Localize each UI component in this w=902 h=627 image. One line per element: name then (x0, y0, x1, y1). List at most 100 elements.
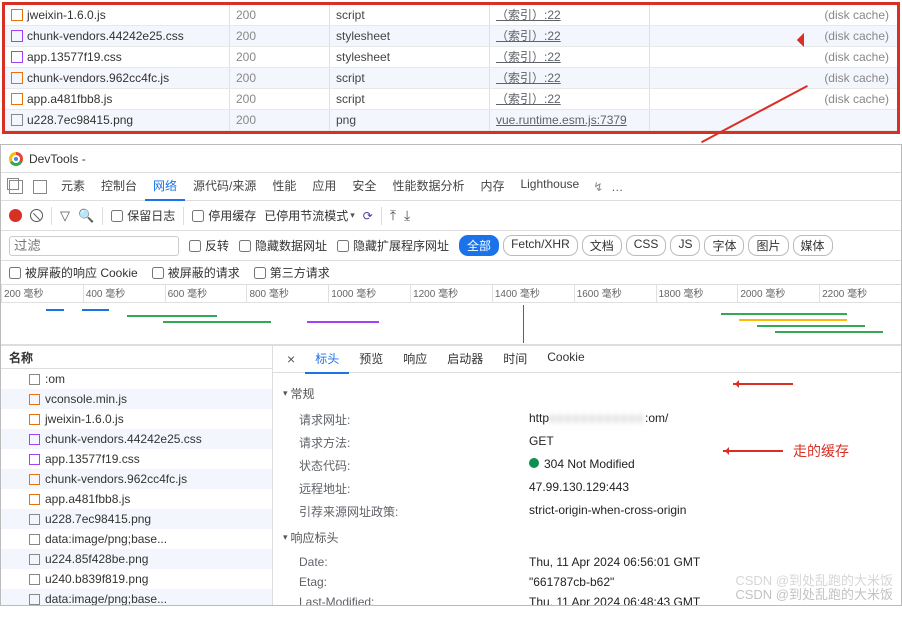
tab-性能数据分析[interactable]: 性能数据分析 (384, 172, 472, 201)
clear-icon[interactable] (30, 209, 43, 222)
invert-checkbox[interactable]: 反转 (189, 237, 229, 254)
table-row[interactable]: app.13577f19.css 200 stylesheet （索引）:22 … (5, 47, 897, 68)
request-row[interactable]: :om (1, 369, 272, 389)
filter-pill[interactable]: JS (670, 235, 700, 256)
filter-pill[interactable]: Fetch/XHR (503, 235, 578, 256)
filter-pill[interactable]: 图片 (748, 235, 788, 256)
request-name: u228.7ec98415.png (45, 512, 151, 526)
tab-源代码/来源[interactable]: 源代码/来源 (185, 172, 264, 201)
request-url-key: 请求网址: (299, 411, 529, 428)
blocked-requests-checkbox[interactable]: 被屏蔽的请求 (152, 264, 240, 281)
filter-pill[interactable]: 文档 (582, 235, 622, 256)
timeline-tick: 1200 毫秒 (410, 285, 492, 302)
tab-网络[interactable]: 网络 (145, 172, 185, 201)
throttling-select[interactable]: 已停用节流模式 (264, 207, 355, 224)
more-tabs-icon[interactable]: … (605, 180, 630, 194)
initiator-cell[interactable]: （索引）:22 (490, 47, 650, 67)
network-conditions-icon[interactable]: ⟳ (363, 209, 373, 223)
table-row[interactable]: chunk-vendors.44242e25.css 200 styleshee… (5, 26, 897, 47)
blocked-response-cookies-checkbox[interactable]: 被屏蔽的响应 Cookie (9, 264, 138, 281)
tab-应用[interactable]: 应用 (304, 172, 344, 201)
divider (381, 207, 382, 225)
dock-side-icon[interactable] (9, 180, 23, 194)
type-cell: stylesheet (330, 47, 490, 67)
timeline-tick: 600 毫秒 (165, 285, 247, 302)
export-har-icon[interactable]: ⤒ (390, 207, 396, 224)
annotation-arrow-icon (733, 383, 793, 385)
table-row[interactable]: app.a481fbb8.js 200 script （索引）:22 (disk… (5, 89, 897, 110)
request-row[interactable]: jweixin-1.6.0.js (1, 409, 272, 429)
tab-安全[interactable]: 安全 (344, 172, 384, 201)
request-row[interactable]: u224.85f428be.png (1, 549, 272, 569)
request-row[interactable]: u228.7ec98415.png (1, 509, 272, 529)
table-row[interactable]: chunk-vendors.962cc4fc.js 200 script （索引… (5, 68, 897, 89)
detail-tab-预览[interactable]: 预览 (349, 345, 393, 374)
initiator-cell[interactable]: （索引）:22 (490, 26, 650, 46)
tab-Lighthouse[interactable]: Lighthouse (512, 172, 587, 201)
import-har-icon[interactable]: ⤓ (404, 207, 410, 224)
request-name: u240.b839f819.png (45, 572, 148, 586)
request-row[interactable]: app.13577f19.css (1, 449, 272, 469)
request-row[interactable]: data:image/png;base... (1, 529, 272, 549)
filter-pill[interactable]: 媒体 (793, 235, 833, 256)
detail-tab-Cookie[interactable]: Cookie (537, 345, 594, 374)
request-row[interactable]: vconsole.min.js (1, 389, 272, 409)
table-row[interactable]: u228.7ec98415.png 200 png vue.runtime.es… (5, 110, 897, 131)
inspect-icon[interactable] (33, 180, 47, 194)
detail-tab-启动器[interactable]: 启动器 (437, 345, 493, 374)
response-headers-section-header[interactable]: 响应标头 (283, 529, 891, 546)
detail-tabs: × 标头预览响应启动器时间Cookie (273, 345, 901, 373)
filter-pill[interactable]: CSS (626, 235, 667, 256)
disable-cache-checkbox[interactable]: 停用缓存 (192, 207, 256, 224)
detail-tab-标头[interactable]: 标头 (305, 345, 349, 374)
timeline-tick: 1000 毫秒 (328, 285, 410, 302)
tab-元素[interactable]: 元素 (53, 172, 93, 201)
request-name: :om (45, 372, 65, 386)
filter-icon[interactable]: ▽ (60, 208, 70, 224)
filter-pill[interactable]: 全部 (459, 235, 499, 256)
request-row[interactable]: chunk-vendors.962cc4fc.js (1, 469, 272, 489)
js-icon (11, 93, 23, 105)
window-titlebar: DevTools - (1, 145, 901, 173)
table-row[interactable]: jweixin-1.6.0.js 200 script （索引）:22 (dis… (5, 5, 897, 26)
request-name: app.13577f19.css (27, 47, 122, 68)
tab-控制台[interactable]: 控制台 (93, 172, 145, 201)
initiator-cell[interactable]: （索引）:22 (490, 5, 650, 25)
hide-extension-urls-checkbox[interactable]: 隐藏扩展程序网址 (337, 237, 449, 254)
detail-tab-响应[interactable]: 响应 (393, 345, 437, 374)
search-icon[interactable]: 🔍 (78, 208, 94, 224)
name-column-header[interactable]: 名称 (1, 345, 272, 369)
request-row[interactable]: app.a481fbb8.js (1, 489, 272, 509)
initiator-cell[interactable]: （索引）:22 (490, 68, 650, 88)
third-party-checkbox[interactable]: 第三方请求 (254, 264, 330, 281)
etag-key: Etag: (299, 575, 529, 589)
date-value: Thu, 11 Apr 2024 06:56:01 GMT (529, 555, 891, 569)
initiator-cell[interactable]: vue.runtime.esm.js:7379 (490, 110, 650, 130)
sparkle-icon: ↯ (593, 180, 603, 194)
request-url-value: httpxxxxxxxxxxxx:om/ (529, 411, 891, 428)
js-icon (29, 414, 40, 425)
request-row[interactable]: u240.b839f819.png (1, 569, 272, 589)
timeline-tick: 800 毫秒 (246, 285, 328, 302)
filter-input[interactable] (9, 236, 179, 256)
close-icon[interactable]: × (279, 351, 303, 367)
tab-性能[interactable]: 性能 (264, 172, 304, 201)
hide-data-urls-checkbox[interactable]: 隐藏数据网址 (239, 237, 327, 254)
record-icon[interactable] (9, 209, 22, 222)
network-overview-timeline[interactable]: 200 毫秒400 毫秒600 毫秒800 毫秒1000 毫秒1200 毫秒14… (1, 285, 901, 345)
preserve-log-checkbox[interactable]: 保留日志 (111, 207, 175, 224)
network-toolbar: ▽ 🔍 保留日志 停用缓存 已停用节流模式 ⟳ ⤒ ⤓ (1, 201, 901, 231)
status-dot-icon (529, 458, 539, 468)
request-detail-split: 名称 :om vconsole.min.js jweixin-1.6.0.js … (1, 345, 901, 605)
tab-内存[interactable]: 内存 (472, 172, 512, 201)
general-section-header[interactable]: 常规 (283, 385, 891, 402)
request-row[interactable]: data:image/png;base... (1, 589, 272, 605)
detail-tab-时间[interactable]: 时间 (493, 345, 537, 374)
remote-address-key: 远程地址: (299, 480, 529, 497)
initiator-cell[interactable]: （索引）:22 (490, 89, 650, 109)
filter-pill[interactable]: 字体 (704, 235, 744, 256)
remote-address-value: 47.99.130.129:443 (529, 480, 891, 497)
request-row[interactable]: chunk-vendors.44242e25.css (1, 429, 272, 449)
request-name: app.a481fbb8.js (27, 89, 112, 110)
timeline-tick: 1600 毫秒 (574, 285, 656, 302)
